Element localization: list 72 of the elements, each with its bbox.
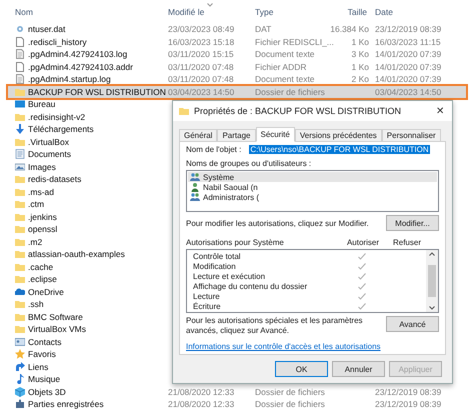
permission-name: Contrôle total xyxy=(193,252,242,260)
file-name: OneDrive xyxy=(15,286,168,297)
file-type: Dossier de fichiers xyxy=(255,399,326,410)
modified-date: 03/11/2020 07:48 xyxy=(168,74,235,84)
file-name: Favoris xyxy=(15,349,168,360)
created-date: 14/01/2020 07:39 xyxy=(375,62,442,72)
file-type: Dossier de fichiers xyxy=(255,386,326,397)
created-date: 23/12/2019 08:39 xyxy=(375,386,442,397)
groups-label: Noms de groupes ou d'utilisateurs : xyxy=(186,159,312,168)
permissions-label: Autorisations pour Système xyxy=(186,238,285,247)
file-name: Images xyxy=(15,162,168,172)
file-type: Fichier ADDR xyxy=(255,62,308,72)
file-name: ntuser.dat xyxy=(15,24,168,34)
file-name: Bureau xyxy=(15,99,168,110)
file-name: .redisinsight-v2 xyxy=(15,112,168,122)
created-date: 03/04/2023 14:50 xyxy=(375,86,442,97)
file-type: Document texte xyxy=(255,49,316,60)
file-name: Objets 3D xyxy=(15,386,168,397)
file-name: atlassian-oauth-examples xyxy=(15,249,168,260)
file-name: Liens xyxy=(15,362,168,372)
file-type: DAT xyxy=(255,24,272,34)
advanced-hint: Pour les autorisations spéciales et les paramètres avancés, cliquez sur Avancé. xyxy=(186,316,364,336)
file-size: 16.384 Ko xyxy=(330,24,370,34)
file-size: 3 Ko xyxy=(350,49,370,60)
modified-date: 23/03/2023 08:49 xyxy=(168,24,236,34)
modified-date: 03/11/2020 15:15 xyxy=(168,49,235,60)
file-size: 1 Ko xyxy=(350,62,370,72)
file-name: .pgAdmin4.427924103.addr xyxy=(15,62,168,72)
file-size: 2 Ko xyxy=(350,74,370,84)
file-name: BMC Software xyxy=(15,312,168,322)
file-name: .ssh xyxy=(15,299,168,310)
file-type: Dossier de fichiers xyxy=(255,86,326,97)
modified-date: 16/03/2023 15:18 xyxy=(168,36,236,47)
created-date: 23/12/2019 08:39 xyxy=(375,399,442,410)
allow-header: Autoriser xyxy=(346,238,379,247)
permission-name: Affichage du contenu du dossier xyxy=(193,282,308,290)
file-name: .m2 xyxy=(15,236,168,247)
file-name: Documents xyxy=(15,149,168,160)
file-name: Téléchargements xyxy=(15,124,168,134)
file-name: redis-datasets xyxy=(15,174,168,184)
file-name: .rediscli_history xyxy=(15,36,168,47)
file-name: Parties enregistrées xyxy=(15,399,168,410)
created-date: 14/01/2020 07:39 xyxy=(375,49,442,60)
modified-date: 03/11/2020 07:48 xyxy=(168,62,235,72)
modified-date: 21/08/2020 12:33 xyxy=(168,386,236,397)
file-name: openssl xyxy=(15,224,168,234)
file-name: BACKUP FOR WSL DISTRIBUTION xyxy=(15,86,168,97)
file-name: .pgAdmin4.427924103.log xyxy=(15,49,168,60)
permission-name: Lecture xyxy=(193,292,221,300)
modify-hint: Pour modifier les autorisations, cliquez sur Modifier. xyxy=(186,218,369,228)
file-name: VirtualBox VMs xyxy=(15,324,168,334)
file-name: Contacts xyxy=(15,336,168,347)
file-name: .jenkins xyxy=(15,212,168,222)
file-name: .cache xyxy=(15,262,168,272)
permission-name: Écriture xyxy=(193,302,222,310)
file-type: Document texte xyxy=(255,74,316,84)
modified-date: 03/04/2023 14:50 xyxy=(168,86,236,97)
created-date: 14/01/2020 07:39 xyxy=(375,74,442,84)
file-name: .ms-ad xyxy=(15,186,168,197)
permission-name: Lecture et exécution xyxy=(193,272,266,280)
dialog-title: Propriétés de : BACKUP FOR WSL DISTRIBUTION xyxy=(194,106,402,116)
deny-header: Refuser xyxy=(392,238,421,247)
file-name: .pgAdmin4.startup.log xyxy=(15,74,168,84)
created-date: 16/03/2023 11:15 xyxy=(375,36,442,47)
file-name: .ctm xyxy=(15,199,168,210)
file-name: Musique xyxy=(15,374,168,384)
file-name: .VirtualBox xyxy=(15,136,168,147)
permission-name: Modification xyxy=(193,262,237,270)
object-label: Nom de l'objet : xyxy=(186,145,242,154)
created-date: 23/12/2019 08:39 xyxy=(375,24,442,34)
modified-date: 21/08/2020 12:33 xyxy=(168,399,236,410)
file-name: .eclipse xyxy=(15,274,168,284)
